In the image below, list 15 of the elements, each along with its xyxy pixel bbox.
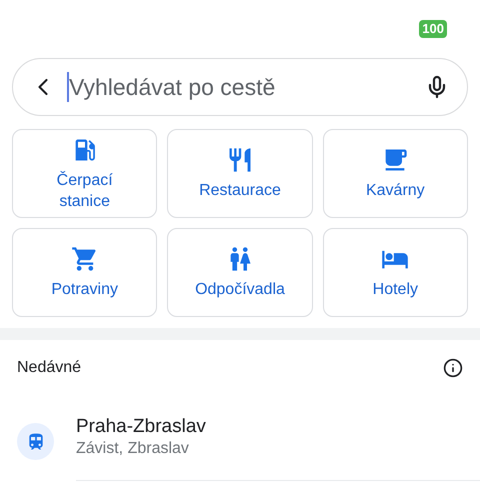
category-button[interactable]: Hotely [322, 228, 468, 317]
category-button[interactable]: Odpočívadla [167, 228, 313, 317]
battery-indicator: 100 [419, 20, 447, 38]
category-button[interactable]: Restaurace [167, 129, 313, 218]
info-button[interactable] [443, 358, 463, 378]
category-button[interactable]: Kavárny [322, 129, 468, 218]
info-icon [443, 358, 463, 378]
text-cursor [67, 72, 69, 102]
search-field[interactable]: Vyhledávat po cestě [69, 70, 413, 104]
category-button[interactable]: Potraviny [12, 228, 158, 317]
category-button[interactable]: Čerpací stanice [12, 129, 158, 218]
place-title[interactable]: Praha-Zbraslav [76, 416, 480, 438]
place-subtitle: Závist, Zbraslav [76, 439, 190, 459]
search-bar[interactable]: Vyhledávat po cestě [12, 58, 468, 116]
section-title: Nedávné [17, 358, 82, 378]
